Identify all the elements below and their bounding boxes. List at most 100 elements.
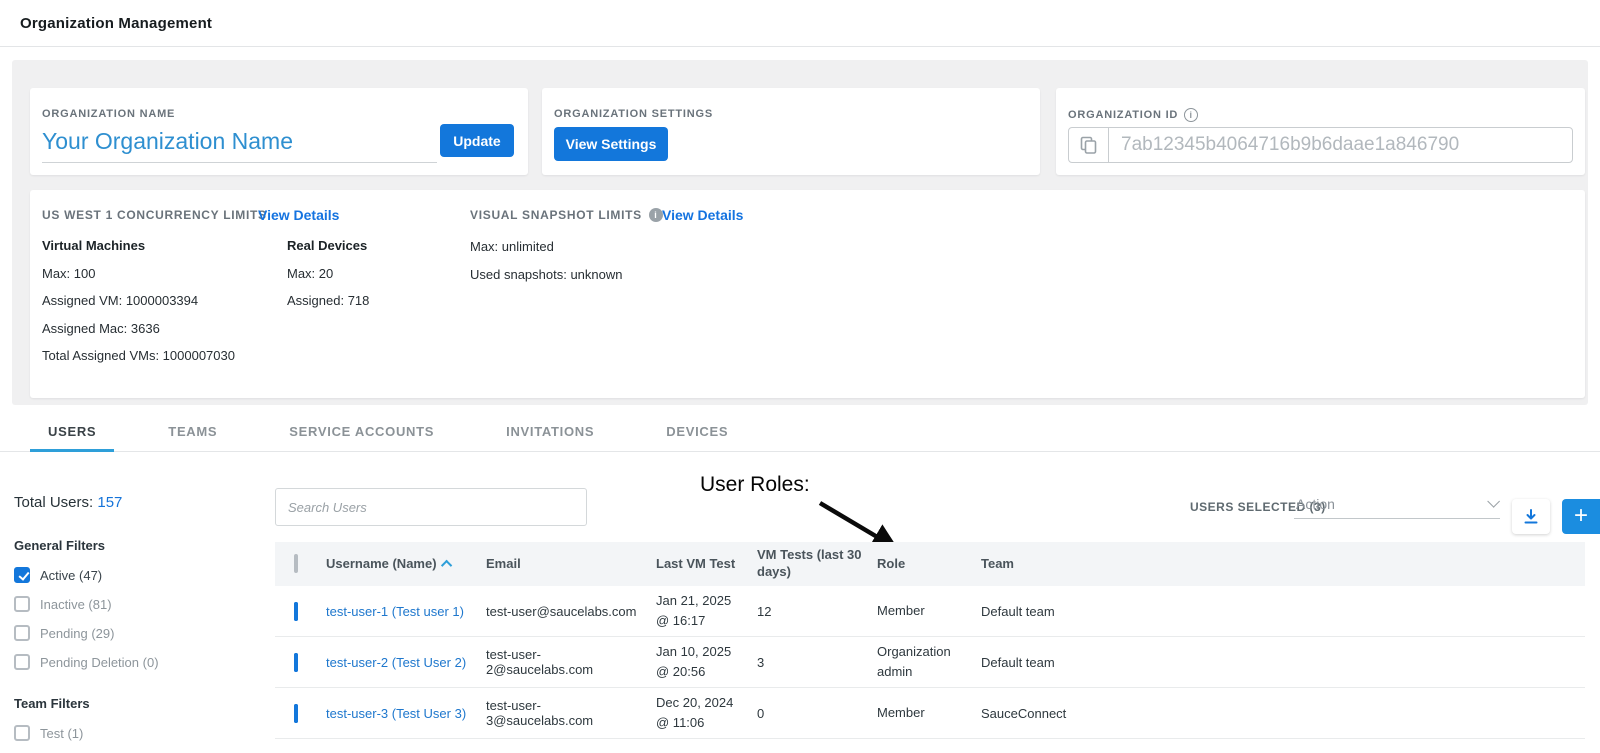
real-devices-heading: Real Devices [287,239,369,252]
username-link[interactable]: test-user-2 (Test User 2) [326,655,466,670]
tab-bar: USERS TEAMS SERVICE ACCOUNTS INVITATIONS… [0,414,1600,452]
action-select-value: Action [1296,496,1335,512]
update-button[interactable]: Update [440,124,514,157]
email-cell: test-user-3@saucelabs.com [486,698,656,728]
tab-teams[interactable]: TEAMS [150,414,235,452]
column-header-username[interactable]: Username (Name) [326,556,476,573]
username-link[interactable]: test-user-1 (Test user 1) [326,604,464,619]
organization-name-input[interactable]: Your Organization Name [42,128,437,163]
concurrency-view-details-link[interactable]: View Details [258,207,339,223]
virtual-machines-heading: Virtual Machines [42,239,235,252]
last-vm-test-cell: Jan 10, 2025 @ 20:56 [656,642,757,682]
filter-active[interactable]: Active (47) [14,567,266,583]
checkbox-icon[interactable] [14,725,30,741]
rd-max: Max: 20 [287,267,369,280]
copy-button[interactable] [1069,128,1109,162]
email-cell: test-user@saucelabs.com [486,604,656,619]
checkbox-icon[interactable] [14,654,30,670]
snapshot-used: Used snapshots: unknown [470,268,622,281]
filter-label: Pending (29) [40,626,114,641]
column-header-team: Team [981,556,1585,573]
real-devices-column: Real Devices Max: 20 Assigned: 718 [287,239,369,322]
filters-sidebar: Total Users: 157 General Filters Active … [14,494,266,741]
virtual-machines-column: Virtual Machines Max: 100 Assigned VM: 1… [42,239,235,377]
snapshot-column: Max: unlimited Used snapshots: unknown [470,240,622,295]
organization-settings-card: ORGANIZATION SETTINGS View Settings [542,88,1040,175]
info-icon[interactable] [1184,108,1198,122]
filter-label: Test (1) [40,726,83,741]
row-checkbox-checked[interactable] [294,653,298,672]
filter-label: Active (47) [40,568,102,583]
organization-name-card: ORGANIZATION NAME Your Organization Name… [30,88,528,175]
vm-assigned: Assigned VM: 1000003394 [42,294,235,307]
chevron-up-icon [440,560,451,571]
vm-total-assigned: Total Assigned VMs: 1000007030 [42,349,235,362]
role-cell: Organization admin [877,642,981,682]
user-roles-annotation: User Roles: [700,473,810,497]
tab-devices[interactable]: DEVICES [648,414,746,452]
row-checkbox-checked[interactable] [294,704,298,723]
table-row: test-user-3 (Test User 3) test-user-3@sa… [275,688,1585,739]
organization-id-field [1068,127,1573,163]
snapshot-limits-title: VISUAL SNAPSHOT LIMITS [470,208,663,222]
last-vm-test-cell: Jan 21, 2025 @ 16:17 [656,591,757,631]
copy-icon [1080,136,1097,154]
checkbox-icon[interactable] [14,625,30,641]
role-cell: Member [877,601,981,621]
chevron-down-icon [1487,495,1500,508]
filter-team-test[interactable]: Test (1) [14,725,266,741]
rd-assigned: Assigned: 718 [287,294,369,307]
action-select[interactable]: Action [1294,489,1500,519]
info-icon[interactable] [649,208,663,222]
snapshot-max: Max: unlimited [470,240,622,253]
organization-name-label: ORGANIZATION NAME [42,108,175,120]
column-header-vm-tests: VM Tests (last 30 days) [757,547,877,581]
vm-tests-cell: 0 [757,706,877,721]
view-settings-button[interactable]: View Settings [554,127,668,161]
filter-label: Pending Deletion (0) [40,655,159,670]
column-header-email: Email [486,556,656,573]
table-row: test-user-1 (Test user 1) test-user@sauc… [275,586,1585,637]
general-filters-heading: General Filters [14,538,266,554]
top-bar: Organization Management [0,0,1600,47]
select-all-checkbox[interactable] [294,554,298,573]
vm-tests-cell: 12 [757,604,877,619]
total-users-label: Total Users: [14,494,93,511]
tab-service-accounts[interactable]: SERVICE ACCOUNTS [271,414,452,452]
snapshot-view-details-link[interactable]: View Details [662,207,743,223]
team-cell: Default team [981,604,1585,619]
table-row: test-user-2 (Test User 2) test-user-2@sa… [275,637,1585,688]
users-table: Username (Name) Email Last VM Test VM Te… [275,542,1585,739]
download-icon [1523,509,1539,525]
role-cell: Member [877,703,981,723]
organization-id-label: ORGANIZATION ID [1068,109,1178,121]
last-vm-test-cell: Dec 20, 2024 @ 11:06 [656,693,757,733]
filter-label: Inactive (81) [40,597,112,612]
organization-id-card: ORGANIZATION ID [1056,88,1585,175]
add-user-button[interactable] [1562,499,1600,534]
total-users-count-link[interactable]: 157 [97,494,122,511]
team-filters-heading: Team Filters [14,696,266,712]
filter-pending-deletion[interactable]: Pending Deletion (0) [14,654,266,670]
column-header-role: Role [877,556,981,573]
tab-users[interactable]: USERS [30,414,114,452]
filter-pending[interactable]: Pending (29) [14,625,266,641]
checkbox-icon[interactable] [14,596,30,612]
row-checkbox-checked[interactable] [294,602,298,621]
username-link[interactable]: test-user-3 (Test User 3) [326,706,466,721]
team-cell: SauceConnect [981,706,1585,721]
organization-id-input[interactable] [1109,128,1572,162]
checkbox-checked-icon[interactable] [14,567,30,583]
vm-max: Max: 100 [42,267,235,280]
organization-overview-panel: ORGANIZATION NAME Your Organization Name… [12,60,1588,405]
search-input[interactable] [275,488,587,526]
tab-invitations[interactable]: INVITATIONS [488,414,612,452]
vm-assigned-mac: Assigned Mac: 3636 [42,322,235,335]
column-header-last-vm-test: Last VM Test [656,556,757,573]
email-cell: test-user-2@saucelabs.com [486,647,656,677]
filter-inactive[interactable]: Inactive (81) [14,596,266,612]
table-header-row: Username (Name) Email Last VM Test VM Te… [275,542,1585,586]
vm-tests-cell: 3 [757,655,877,670]
concurrency-limits-title: US WEST 1 CONCURRENCY LIMITS [42,208,267,222]
download-users-button[interactable] [1512,499,1550,534]
